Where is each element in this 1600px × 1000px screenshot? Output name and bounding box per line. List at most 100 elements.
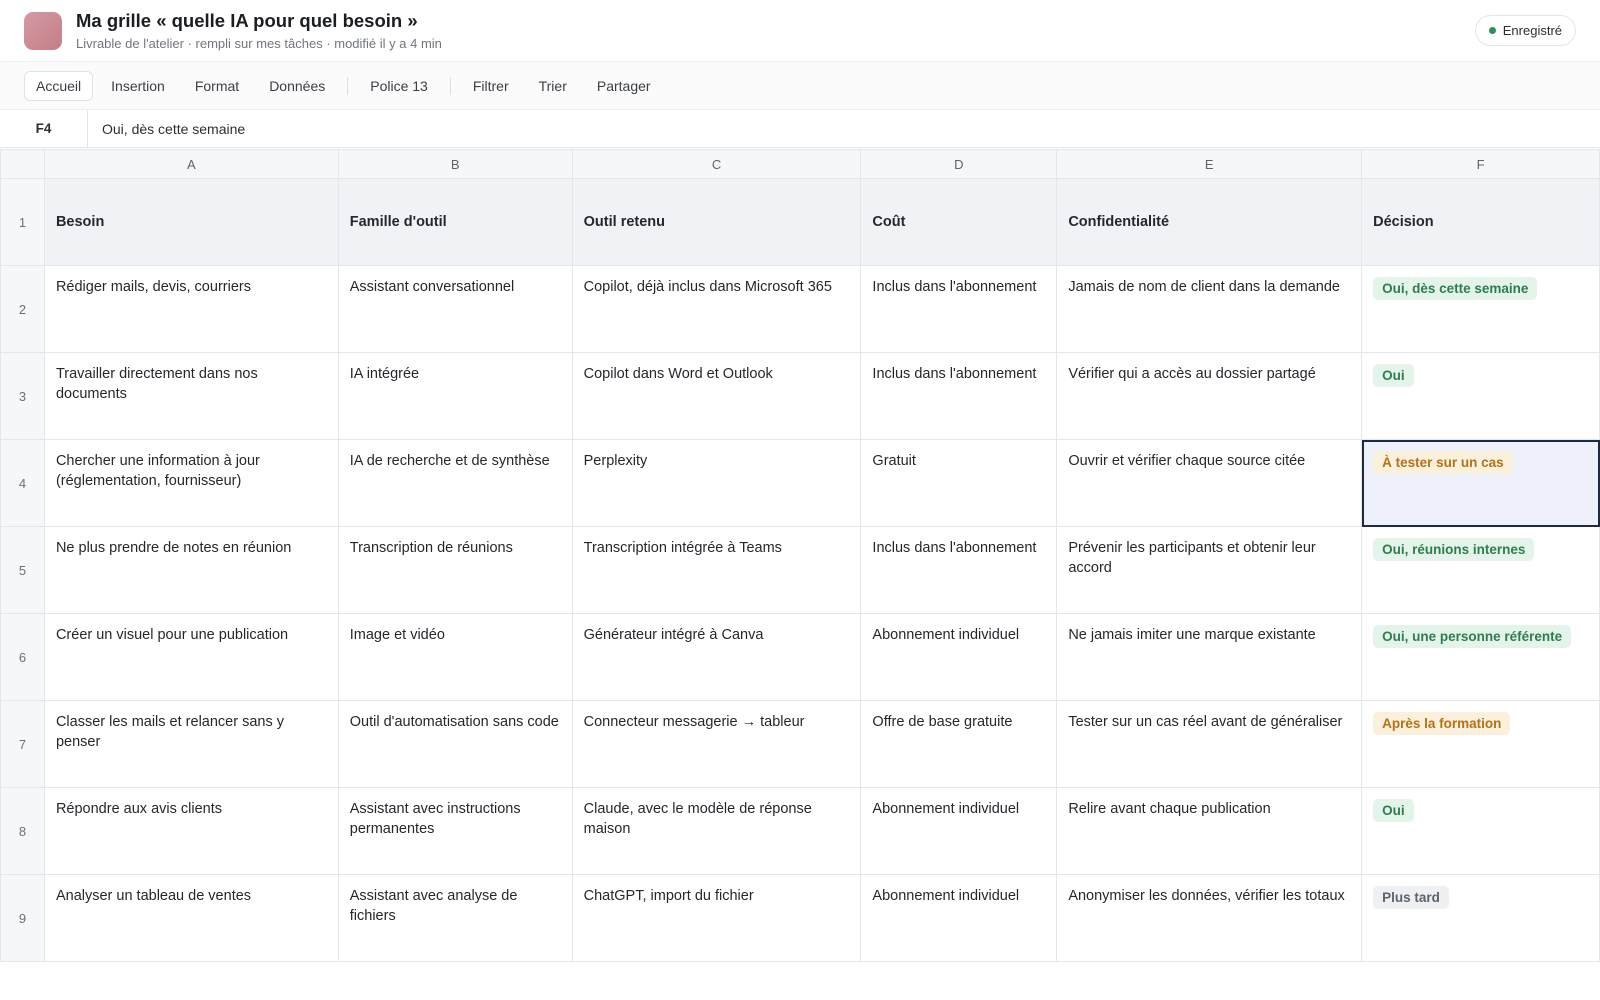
cell-confidentialite[interactable]: Ouvrir et vérifier chaque source citée	[1056, 439, 1363, 527]
cell-confidentialite[interactable]: Anonymiser les données, vérifier les tot…	[1056, 874, 1363, 962]
column-header-d[interactable]: D	[860, 149, 1058, 179]
cell-cout[interactable]: Inclus dans l'abonnement	[860, 352, 1058, 440]
cell-besoin[interactable]: Classer les mails et relancer sans y pen…	[43, 700, 339, 788]
decision-status-badge: Oui	[1373, 364, 1414, 387]
header-cell-besoin[interactable]: Besoin	[43, 178, 339, 266]
header-cell-outil[interactable]: Outil retenu	[571, 178, 862, 266]
sort-button[interactable]: Trier	[527, 71, 579, 101]
column-header-a[interactable]: A	[43, 149, 339, 179]
cell-decision[interactable]: Oui	[1361, 787, 1600, 875]
formula-input[interactable]	[88, 110, 1600, 147]
cell-famille[interactable]: Assistant avec analyse de fichiers	[337, 874, 573, 962]
document-subtitle: Livrable de l'atelier · rempli sur mes t…	[76, 36, 442, 51]
table-row: 9 Analyser un tableau de ventes Assistant …	[0, 874, 1600, 962]
decision-status-badge: À tester sur un cas	[1373, 451, 1513, 474]
cell-confidentialite[interactable]: Vérifier qui a accès au dossier partagé	[1056, 352, 1363, 440]
row-header[interactable]: 3	[0, 352, 45, 440]
cell-confidentialite[interactable]: Ne jamais imiter une marque existante	[1056, 613, 1363, 701]
cell-decision[interactable]: Après la formation	[1361, 700, 1600, 788]
cell-decision[interactable]: Plus tard	[1361, 874, 1600, 962]
cell-confidentialite[interactable]: Relire avant chaque publication	[1056, 787, 1363, 875]
table-row: 5 Ne plus prendre de notes en réunion Tran…	[0, 526, 1600, 614]
cell-outil[interactable]: Connecteur messagerie → tableur	[571, 700, 862, 788]
select-all-corner[interactable]	[0, 149, 45, 179]
cell-confidentialite[interactable]: Prévenir les participants et obtenir leu…	[1056, 526, 1363, 614]
toolbar: Accueil Insertion Format Données Police …	[0, 62, 1600, 110]
cell-famille[interactable]: Assistant avec instructions permanentes	[337, 787, 573, 875]
column-header-f[interactable]: F	[1361, 149, 1600, 179]
document-title[interactable]: Ma grille « quelle IA pour quel besoin »	[76, 10, 1475, 32]
tab-insertion[interactable]: Insertion	[99, 71, 177, 101]
cell-confidentialite[interactable]: Tester sur un cas réel avant de générali…	[1056, 700, 1363, 788]
cell-besoin[interactable]: Analyser un tableau de ventes	[43, 874, 339, 962]
cell-decision[interactable]: Oui, réunions internes	[1361, 526, 1600, 614]
header-cell-decision[interactable]: Décision	[1361, 178, 1600, 266]
cell-famille[interactable]: IA de recherche et de synthèse	[337, 439, 573, 527]
font-size-button[interactable]: Police 13	[358, 71, 440, 101]
column-header-b[interactable]: B	[337, 149, 573, 179]
share-button[interactable]: Partager	[585, 71, 663, 101]
cell-outil[interactable]: ChatGPT, import du fichier	[571, 874, 862, 962]
app-icon[interactable]	[24, 11, 62, 50]
cell-reference[interactable]: F4	[0, 110, 88, 147]
save-status-badge: Enregistré	[1474, 15, 1576, 46]
table-row: 7 Classer les mails et relancer sans y pe…	[0, 700, 1600, 788]
cell-famille[interactable]: Assistant conversationnel	[337, 265, 573, 353]
cell-cout[interactable]: Gratuit	[860, 439, 1058, 527]
row-header[interactable]: 2	[0, 265, 45, 353]
cell-outil[interactable]: Copilot, déjà inclus dans Microsoft 365	[571, 265, 862, 353]
header-cell-cout[interactable]: Coût	[860, 178, 1058, 266]
toolbar-divider	[347, 76, 349, 95]
cell-famille[interactable]: IA intégrée	[337, 352, 573, 440]
cell-famille[interactable]: Transcription de réunions	[337, 526, 573, 614]
cell-decision[interactable]: Oui, dès cette semaine	[1361, 265, 1600, 353]
table-row: 3 Travailler directement dans nos documen…	[0, 352, 1600, 440]
row-header[interactable]: 4	[0, 439, 45, 527]
row-header[interactable]: 7	[0, 700, 45, 788]
row-header[interactable]: 8	[0, 787, 45, 875]
row-header[interactable]: 1	[0, 178, 45, 266]
header-cell-famille[interactable]: Famille d'outil	[337, 178, 573, 266]
cell-cout[interactable]: Abonnement individuel	[860, 787, 1058, 875]
title-bar: Ma grille « quelle IA pour quel besoin »…	[0, 0, 1600, 62]
cell-decision[interactable]: Oui, une personne référente	[1361, 613, 1600, 701]
cell-cout[interactable]: Abonnement individuel	[860, 613, 1058, 701]
decision-status-badge: Après la formation	[1373, 712, 1511, 735]
table-row: 6 Créer un visuel pour une publication Ima…	[0, 613, 1600, 701]
cell-cout[interactable]: Inclus dans l'abonnement	[860, 526, 1058, 614]
cell-besoin[interactable]: Chercher une information à jour (régleme…	[43, 439, 339, 527]
tab-accueil[interactable]: Accueil	[24, 70, 94, 101]
cell-besoin[interactable]: Créer un visuel pour une publication	[43, 613, 339, 701]
tab-format[interactable]: Format	[183, 71, 251, 101]
cell-cout[interactable]: Offre de base gratuite	[860, 700, 1058, 788]
filter-button[interactable]: Filtrer	[461, 71, 521, 101]
row-header[interactable]: 9	[0, 874, 45, 962]
header-cell-confidentialite[interactable]: Confidentialité	[1056, 178, 1363, 266]
tab-donnees[interactable]: Données	[257, 71, 337, 101]
cell-besoin[interactable]: Travailler directement dans nos document…	[43, 352, 339, 440]
column-header-c[interactable]: C	[571, 149, 862, 179]
cell-famille[interactable]: Image et vidéo	[337, 613, 573, 701]
table-header-row: 1 Besoin Famille d'outil Outil retenu Co…	[0, 178, 1600, 266]
toolbar-divider	[449, 76, 451, 95]
cell-besoin[interactable]: Répondre aux avis clients	[43, 787, 339, 875]
cell-besoin[interactable]: Ne plus prendre de notes en réunion	[43, 526, 339, 614]
cell-besoin[interactable]: Rédiger mails, devis, courriers	[43, 265, 339, 353]
cell-decision[interactable]: À tester sur un cas	[1361, 439, 1600, 527]
cell-outil[interactable]: Générateur intégré à Canva	[571, 613, 862, 701]
row-header[interactable]: 5	[0, 526, 45, 614]
decision-status-badge: Plus tard	[1373, 886, 1449, 909]
column-header-e[interactable]: E	[1056, 149, 1363, 179]
cell-cout[interactable]: Abonnement individuel	[860, 874, 1058, 962]
decision-status-badge: Oui	[1373, 799, 1414, 822]
cell-outil[interactable]: Claude, avec le modèle de réponse maison	[571, 787, 862, 875]
cell-outil[interactable]: Copilot dans Word et Outlook	[571, 352, 862, 440]
cell-outil[interactable]: Perplexity	[571, 439, 862, 527]
cell-cout[interactable]: Inclus dans l'abonnement	[860, 265, 1058, 353]
title-block: Ma grille « quelle IA pour quel besoin »…	[76, 10, 1475, 51]
cell-famille[interactable]: Outil d'automatisation sans code	[337, 700, 573, 788]
cell-confidentialite[interactable]: Jamais de nom de client dans la demande	[1056, 265, 1363, 353]
row-header[interactable]: 6	[0, 613, 45, 701]
cell-decision[interactable]: Oui	[1361, 352, 1600, 440]
cell-outil[interactable]: Transcription intégrée à Teams	[571, 526, 862, 614]
